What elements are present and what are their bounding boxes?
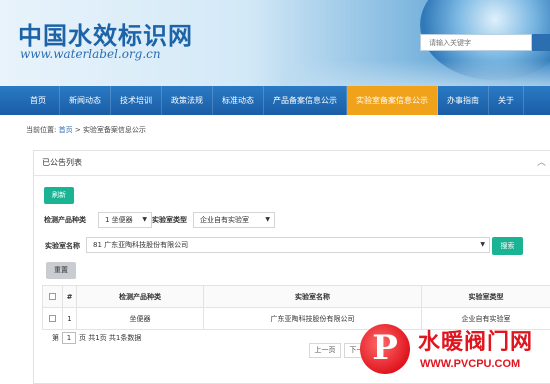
panel-header: 已公告列表 ︿ [34, 151, 550, 176]
lab-name-select-value: 81 广东亚陶科技股份有限公司 [93, 241, 189, 249]
nav-item-news[interactable]: 新闻动态 [60, 86, 111, 115]
search-submit-button[interactable] [532, 34, 550, 51]
nav-item-policy[interactable]: 政策法规 [162, 86, 213, 115]
pager-prefix: 第 [52, 334, 59, 342]
table-header-row: # 检测产品种类 实验室名称 实验室类型 [42, 285, 550, 308]
nav-item-product-filing[interactable]: 产品备案信息公示 [264, 86, 347, 115]
search-button[interactable]: 搜索 [492, 237, 523, 255]
nav-item-lab-filing[interactable]: 实验室备案信息公示 [347, 86, 438, 115]
site-logo-url: www.waterlabel.org.cn [20, 47, 161, 61]
lab-type-select[interactable]: 企业自有实验室 ▼ [193, 212, 275, 228]
row-checkbox[interactable] [49, 315, 56, 322]
pager-info: 第1页 共1页 共1条数据 [52, 332, 141, 344]
caret-down-icon: ▼ [480, 241, 485, 248]
col-category-header: 检测产品种类 [76, 285, 204, 308]
lab-name-select[interactable]: 81 广东亚陶科技股份有限公司 ▼ [86, 237, 490, 253]
page-number-input[interactable]: 1 [62, 332, 76, 344]
lab-name-label: 实验室名称 [45, 242, 80, 250]
category-select-value: 1 坐便器 [105, 216, 133, 224]
main-nav: 首页 新闻动态 技术培训 政策法规 标准动态 产品备案信息公示 实验室备案信息公… [0, 86, 550, 115]
water-splash-graphic [280, 60, 550, 86]
category-select[interactable]: 1 坐便器 ▼ [98, 212, 152, 228]
breadcrumb-separator: > [74, 126, 81, 134]
pager-summary: 页 共1页 共1条数据 [79, 334, 142, 342]
search-input[interactable] [421, 35, 531, 50]
col-lab-name-header: 实验室名称 [203, 285, 422, 308]
nav-item-training[interactable]: 技术培训 [111, 86, 162, 115]
breadcrumb-home-link[interactable]: 首页 [59, 126, 73, 134]
col-lab-type-header: 实验室类型 [421, 285, 550, 308]
category-label: 检测产品种类 [44, 216, 86, 224]
breadcrumb-prefix: 当前位置: [26, 126, 57, 134]
nav-item-about[interactable]: 关于 [489, 86, 524, 115]
nav-item-standards[interactable]: 标准动态 [213, 86, 264, 115]
caret-down-icon: ▼ [265, 216, 270, 223]
row-category: 坐便器 [76, 307, 204, 330]
row-select-cell[interactable] [42, 307, 63, 330]
watermark-url: WWW.PVCPU.COM [420, 358, 521, 370]
watermark: P 水暖阀门网 WWW.PVCPU.COM [360, 316, 550, 384]
chevron-up-icon[interactable]: ︿ [537, 151, 546, 175]
watermark-site-name: 水暖阀门网 [418, 330, 534, 355]
nav-item-home[interactable]: 首页 [0, 86, 60, 115]
watermark-logo: P [360, 324, 410, 374]
caret-down-icon: ▼ [142, 216, 147, 223]
site-logo-title[interactable]: 中国水效标识网 [18, 16, 193, 51]
nav-item-guide[interactable]: 办事指南 [438, 86, 489, 115]
breadcrumb: 当前位置: 首页 > 实验室备案信息公示 [26, 125, 146, 135]
select-all-checkbox[interactable] [49, 293, 56, 300]
lab-type-label: 实验室类型 [152, 216, 187, 224]
site-header: 中国水效标识网 www.waterlabel.org.cn [0, 0, 550, 86]
search-box[interactable] [420, 34, 532, 51]
lab-type-select-value: 企业自有实验室 [200, 216, 249, 224]
prev-page-button[interactable]: 上一页 [309, 343, 341, 358]
breadcrumb-current: 实验室备案信息公示 [82, 126, 146, 134]
reset-button[interactable]: 重置 [46, 262, 76, 279]
refresh-button[interactable]: 刷新 [44, 187, 74, 204]
col-index-header: # [62, 285, 77, 308]
select-all-header[interactable] [42, 285, 63, 308]
panel-title: 已公告列表 [42, 158, 82, 167]
row-index: 1 [62, 307, 77, 330]
